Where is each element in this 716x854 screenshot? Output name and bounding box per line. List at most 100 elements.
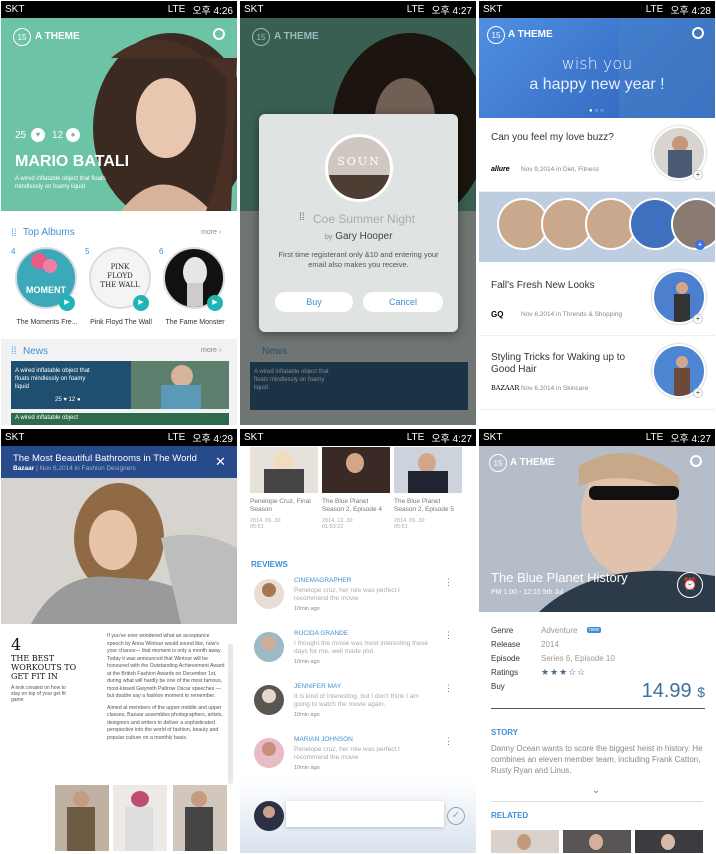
search-icon[interactable] bbox=[692, 27, 704, 39]
cancel-button[interactable]: Cancel bbox=[363, 292, 443, 312]
article-meta: Nov 6,2014 in Skincare bbox=[521, 385, 589, 392]
review-age: 10min ago bbox=[294, 712, 320, 718]
dialog-artist: by Gary Hooper bbox=[325, 231, 393, 242]
reviewer-name: MARIAN JOHNSON bbox=[294, 736, 353, 743]
sidebar-feature[interactable]: 4 THE BEST WORKOUTS TO GET FIT IN A look… bbox=[11, 635, 91, 703]
network-label: LTE bbox=[167, 4, 186, 15]
add-icon[interactable]: + bbox=[693, 388, 703, 398]
screen-reviews: SKT LTE 오후 4:27 Penelope Cruz, Final Sea… bbox=[240, 429, 476, 853]
search-icon[interactable] bbox=[213, 28, 225, 40]
article-meta: Bazaar | Nov 6,2014 in Fashion Designers bbox=[13, 465, 136, 472]
review-age: 10min ago bbox=[294, 765, 320, 771]
related-thumb[interactable] bbox=[563, 830, 631, 853]
article-title: Can you feel my love buzz? bbox=[491, 132, 614, 143]
reviewer-name: CINEMAGRAPHER bbox=[294, 577, 352, 584]
feature-text: A look created on how to stay on top of … bbox=[11, 685, 66, 703]
review-item[interactable]: RUCIDA GRANDE I thought the movie was mo… bbox=[240, 626, 476, 680]
movie-title: The Blue Planet Season 2, Episode 5 bbox=[394, 498, 454, 513]
alarm-icon[interactable]: ⏰ bbox=[677, 572, 703, 598]
movie-card[interactable]: The Blue Planet Season 2, Episode 5 2014… bbox=[394, 447, 462, 530]
banner[interactable]: 15 A THEME wish you a happy new year ! ●… bbox=[479, 18, 715, 118]
send-check-icon[interactable]: ✓ bbox=[447, 807, 465, 825]
avatar-carousel[interactable]: + bbox=[479, 192, 715, 262]
new-badge: new bbox=[587, 627, 602, 633]
article-row[interactable]: Styling Tricks for Waking up to Good Hai… bbox=[479, 336, 715, 410]
related-title: RELATED bbox=[491, 811, 529, 820]
app-name: A THEME bbox=[510, 457, 555, 468]
movie-time: 05:51 bbox=[250, 524, 264, 530]
related-thumb[interactable] bbox=[635, 830, 703, 853]
add-icon[interactable]: + bbox=[693, 314, 703, 324]
article-row[interactable]: Can you feel my love buzz? allure Nov 9,… bbox=[479, 118, 715, 192]
movie-card[interactable]: The Blue Planet Season 2, Episode 4 2014… bbox=[322, 447, 390, 530]
feature-number: 4 bbox=[11, 635, 22, 654]
add-icon[interactable]: + bbox=[693, 170, 703, 180]
banner-line1: wish you bbox=[561, 54, 633, 73]
movie-title: The Blue Planet Season 2, Episode 4 bbox=[322, 498, 382, 513]
review-text: I thought the movie was most interesting… bbox=[294, 640, 429, 655]
review-item[interactable]: JENNIFER MAY It is kind of interesting, … bbox=[240, 679, 476, 733]
reviews-title: REVIEWS bbox=[251, 560, 288, 569]
review-text: Penelope cruz, her role was perfect I re… bbox=[294, 587, 400, 602]
news-card[interactable]: A wired inflatable object that floats mi… bbox=[11, 361, 229, 409]
review-age: 10min ago bbox=[294, 659, 320, 665]
app-badge[interactable]: 15 bbox=[13, 28, 31, 46]
article-header: The Most Beautiful Bathrooms in The Worl… bbox=[1, 446, 237, 478]
release-value: 2014 bbox=[541, 640, 559, 649]
clock: 오후 4:26 bbox=[192, 6, 233, 17]
news-more-link[interactable]: more › bbox=[201, 347, 221, 354]
search-icon[interactable] bbox=[690, 455, 702, 467]
add-icon[interactable]: + bbox=[695, 240, 705, 250]
more-vert-icon[interactable]: ⋮ bbox=[444, 736, 453, 747]
page-dots[interactable]: ●○○ bbox=[589, 108, 606, 114]
gallery-thumb[interactable] bbox=[173, 785, 227, 851]
news-card: A wired inflatable object that floats mi… bbox=[250, 362, 468, 410]
comment-icon[interactable]: ● bbox=[66, 128, 80, 142]
grid-icon: ⁞⁞ bbox=[11, 346, 17, 357]
app-badge[interactable]: 15 bbox=[487, 26, 505, 44]
buy-button[interactable]: Buy bbox=[275, 292, 353, 312]
review-item[interactable]: MARIAN JOHNSON Penelope cruz, her role w… bbox=[240, 732, 476, 786]
price[interactable]: 14.99 $ bbox=[642, 680, 705, 703]
article-source: BAZAAR bbox=[491, 384, 520, 392]
albums-more-link[interactable]: more › bbox=[201, 229, 221, 236]
paragraph: Aimed at members of the upper-middle and… bbox=[107, 704, 223, 741]
grid-icon: ⁞⁞ bbox=[11, 228, 17, 239]
album-name: The Moments Fre... bbox=[16, 319, 78, 326]
article-title: Fall's Fresh New Looks bbox=[491, 280, 595, 291]
article-title: The Most Beautiful Bathrooms in The Worl… bbox=[13, 453, 197, 464]
reviewer-name: RUCIDA GRANDE bbox=[294, 630, 349, 637]
scrollbar[interactable] bbox=[228, 644, 233, 784]
screen-article-detail: SKT LTE 오후 4:29 The Most Beautiful Bathr… bbox=[1, 429, 237, 853]
more-vert-icon[interactable]: ⋮ bbox=[444, 683, 453, 694]
play-button[interactable]: ▶ bbox=[59, 295, 75, 311]
dialog-text: First time registerant only &10 and ente… bbox=[278, 250, 439, 269]
review-text: It is kind of interesting, but I don't t… bbox=[294, 693, 419, 708]
heart-icon[interactable]: ♥ bbox=[31, 128, 45, 142]
more-vert-icon[interactable]: ⋮ bbox=[444, 630, 453, 641]
news-card[interactable]: A wired inflatable object bbox=[11, 413, 229, 425]
more-vert-icon[interactable]: ⋮ bbox=[444, 577, 453, 588]
hero: 15 A THEME The Blue Planet History PM 1:… bbox=[479, 446, 715, 612]
related-thumb[interactable] bbox=[491, 830, 559, 853]
play-button[interactable]: ▶ bbox=[133, 295, 149, 311]
carrier-label: SKT bbox=[5, 4, 25, 15]
app-badge[interactable]: 15 bbox=[489, 454, 507, 472]
news-section: ⁞⁞ News more › A wired inflatable object… bbox=[1, 339, 237, 425]
albums-section: ⁞⁞ Top Albums more › 4 MOMENT ▶ The Mome… bbox=[1, 211, 237, 341]
article-meta: Nov 9,2014 in Diet, Fitness bbox=[521, 166, 600, 173]
expand-chevron-icon[interactable]: ⌄ bbox=[592, 785, 600, 796]
close-icon[interactable]: ✕ bbox=[215, 454, 226, 470]
review-item[interactable]: CINEMAGRAPHER Penelope cruz, her role wa… bbox=[240, 573, 476, 627]
play-button[interactable]: ▶ bbox=[207, 295, 223, 311]
gallery-thumb[interactable] bbox=[55, 785, 109, 851]
article-source: allure bbox=[491, 166, 510, 173]
comment-input[interactable] bbox=[286, 801, 444, 827]
comments-count: 12 bbox=[52, 130, 64, 141]
movie-time: 05:51 bbox=[394, 524, 408, 530]
genre-label: Genre bbox=[491, 626, 514, 635]
movie-card[interactable]: Penelope Cruz, Final Season 2014. 05. 30… bbox=[250, 447, 318, 530]
buy-label: Buy bbox=[491, 682, 505, 691]
article-row[interactable]: Fall's Fresh New Looks GQ Nov 6,2014 in … bbox=[479, 262, 715, 336]
gallery-thumb[interactable] bbox=[113, 785, 167, 851]
